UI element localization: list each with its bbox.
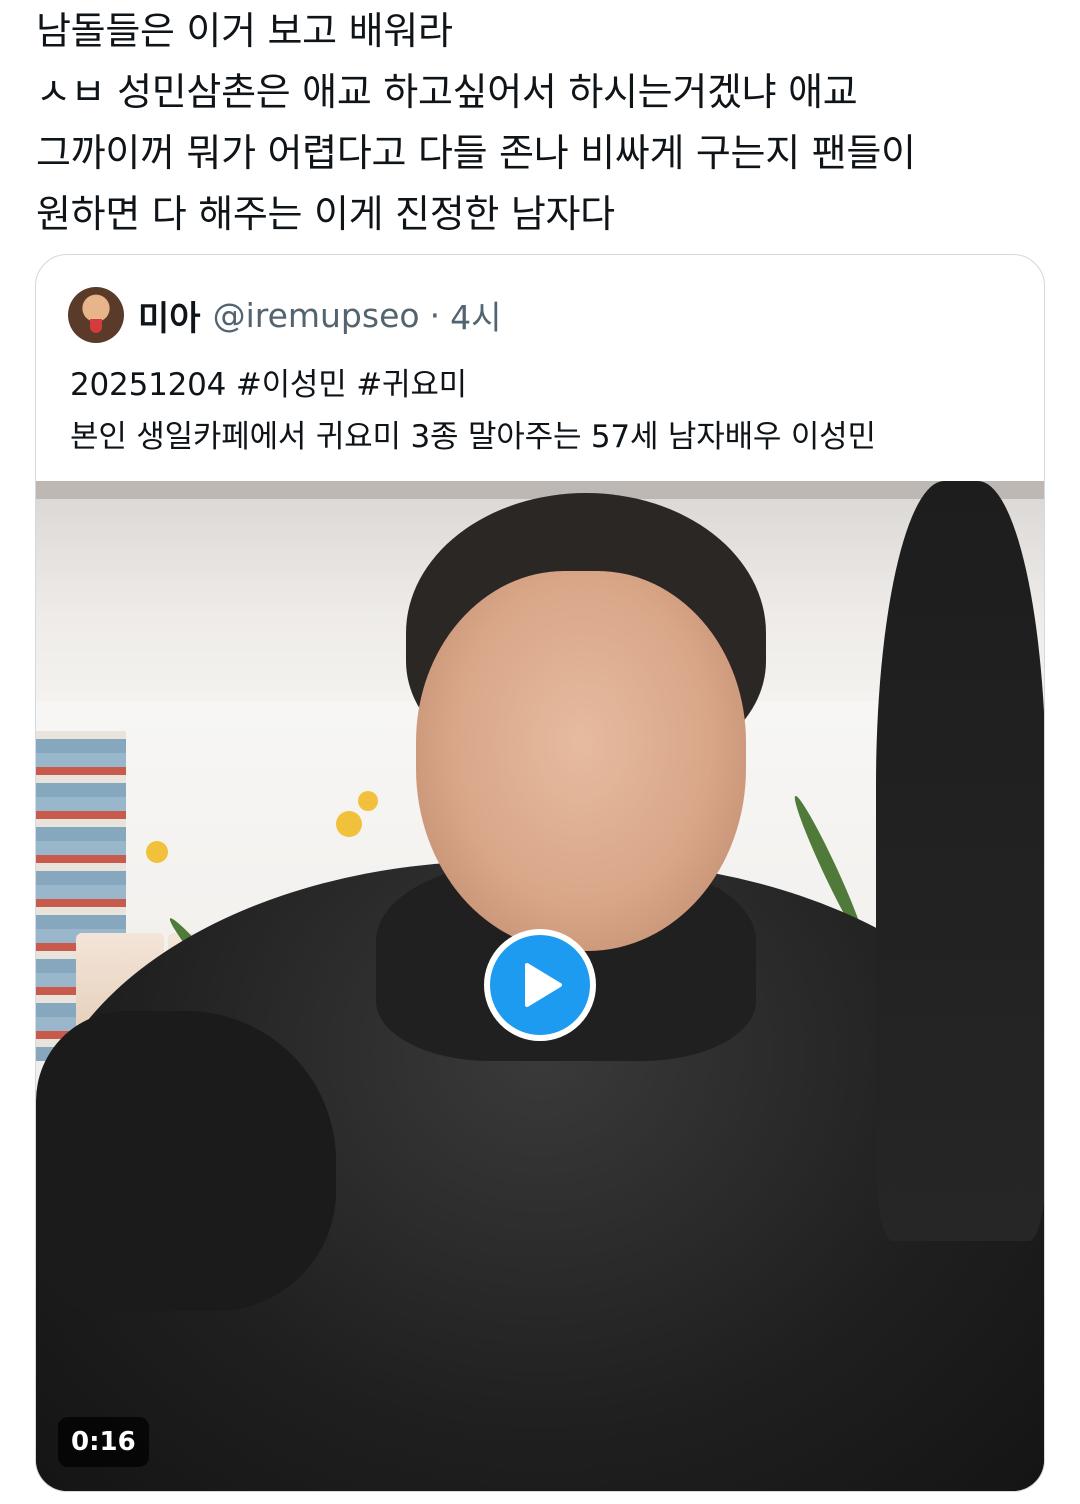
- separator-dot: ·: [429, 295, 441, 335]
- tweet-text-line: 남돌들은 이거 보고 배워라: [36, 9, 453, 53]
- quoted-tweet-card[interactable]: 미아 @iremupseo · 4시 20251204 #이성민 #귀요미 본인…: [35, 254, 1045, 1492]
- avatar[interactable]: [68, 287, 124, 343]
- play-button[interactable]: [484, 929, 596, 1041]
- play-icon: [525, 963, 562, 1007]
- video-frame-background: [146, 841, 168, 863]
- video-frame-background: [336, 811, 362, 837]
- video-frame-background: [876, 481, 1044, 1241]
- video-frame-background: [358, 791, 378, 811]
- user-handle[interactable]: @iremupseo: [213, 296, 420, 335]
- video-frame-background: [36, 1011, 336, 1311]
- video-duration-badge: 0:16: [58, 1417, 149, 1467]
- quoted-text-line: 20251204 #이성민 #귀요미: [70, 367, 467, 403]
- quoted-tweet-text: 20251204 #이성민 #귀요미 본인 생일카페에서 귀요미 3종 말아주는…: [70, 359, 876, 463]
- tweet-text-line: 그까이꺼 뭐가 어렵다고 다들 존나 비싸게 구는지 팬들이: [36, 131, 916, 175]
- tweet-text-line: 원하면 다 해주는 이게 진정한 남자다: [36, 192, 615, 236]
- timestamp[interactable]: 4시: [450, 291, 501, 339]
- video-frame-background: [416, 571, 746, 951]
- tweet-text-line: ㅅㅂ 성민삼촌은 애교 하고싶어서 하시는거겠냐 애교: [36, 70, 858, 114]
- display-name[interactable]: 미아: [138, 291, 201, 340]
- video-frame-background: [36, 481, 1044, 499]
- tweet-text: 남돌들은 이거 보고 배워라 ㅅㅂ 성민삼촌은 애교 하고싶어서 하시는거겠냐 …: [36, 0, 1056, 245]
- video-player[interactable]: 0:16: [36, 481, 1044, 1491]
- quoted-text-line: 본인 생일카페에서 귀요미 3종 말아주는 57세 남자배우 이성민: [70, 419, 876, 455]
- quoted-tweet-header: 미아 @iremupseo · 4시: [68, 285, 501, 345]
